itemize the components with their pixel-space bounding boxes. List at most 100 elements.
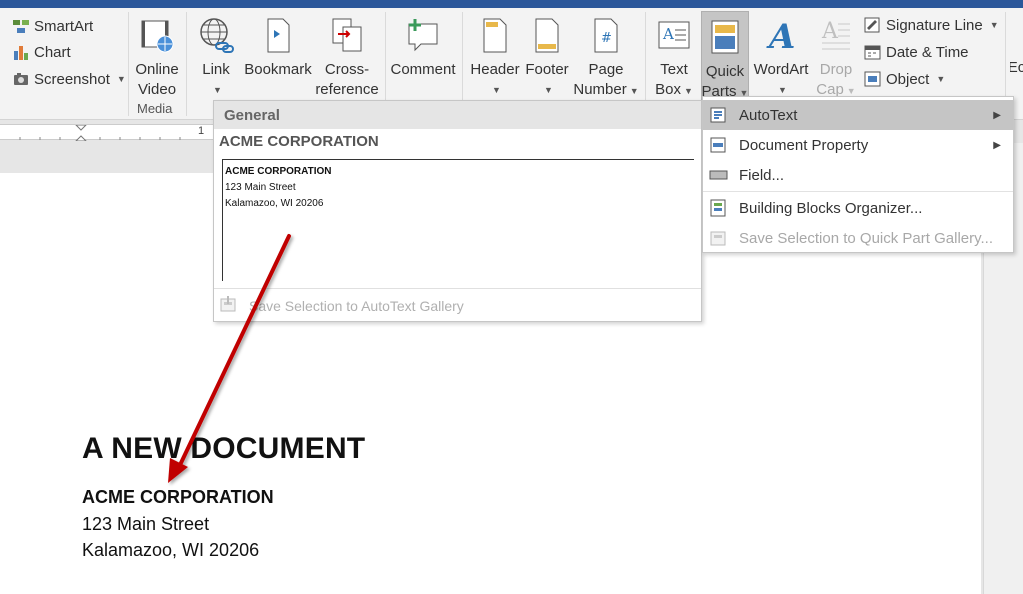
autotext-label: AutoText [739, 106, 798, 124]
cross-reference-icon [329, 16, 365, 54]
title-bar-strip [0, 0, 1023, 8]
autotext-entry-title[interactable]: ACME CORPORATION [219, 133, 379, 150]
preview-line-street: 123 Main Street [225, 182, 296, 193]
gallery-divider [214, 288, 701, 289]
page-number-icon: # [588, 16, 624, 54]
chevron-down-icon: ▼ [989, 20, 999, 30]
svg-text:#: # [601, 31, 612, 46]
screenshot-button[interactable]: Screenshot ▼ [12, 68, 126, 90]
online-video-label-1: Online [135, 61, 179, 78]
text-box-label-1: Text [660, 61, 688, 78]
bookmark-label: Bookmark [244, 61, 312, 78]
ruler-mark: 1 [198, 125, 205, 137]
link-globe-icon [198, 16, 234, 54]
submenu-arrow-icon: ▶ [993, 139, 1001, 151]
save-autotext-icon [219, 295, 239, 316]
object-label: Object [886, 70, 930, 88]
wordart-button[interactable]: A WordArt ▼ [751, 10, 811, 100]
smartart-label: SmartArt [34, 17, 94, 35]
building-blocks-label: Building Blocks Organizer... [739, 199, 923, 217]
bookmark-icon [260, 16, 296, 54]
header-icon [477, 16, 513, 54]
footer-icon [529, 16, 565, 54]
chart-button[interactable]: Chart [12, 41, 71, 63]
date-time-label: Date & Time [886, 43, 969, 61]
gallery-category-header: General [214, 101, 701, 129]
autotext-gallery: General ACME CORPORATION ACME CORPORATIO… [213, 100, 702, 322]
submenu-arrow-icon: ▶ [993, 109, 1001, 121]
drop-cap-button[interactable]: A Drop Cap ▼ [812, 10, 860, 100]
field-icon [709, 166, 729, 184]
media-group-label: Media [137, 101, 173, 116]
header-label: Header [470, 61, 520, 78]
text-box-button[interactable]: A Text Box ▼ [651, 10, 697, 100]
chart-icon [12, 43, 30, 61]
page-number-button[interactable]: # Page Number ▼ [573, 10, 639, 100]
signature-line-label: Signature Line [886, 16, 983, 34]
autotext-entry-preview[interactable]: ACME CORPORATION 123 Main Street Kalamaz… [222, 159, 694, 281]
object-button[interactable]: Object ▼ [864, 68, 945, 90]
date-time-button[interactable]: Date & Time [864, 41, 969, 63]
horizontal-ruler[interactable]: 1 [0, 124, 240, 141]
svg-text:A: A [766, 17, 795, 54]
quick-parts-button[interactable]: Quick Parts ▼ [701, 11, 749, 106]
link-button[interactable]: Link ▼ [194, 10, 238, 100]
menu-item-document-property[interactable]: Document Property ▶ [703, 130, 1013, 160]
chart-label: Chart [34, 43, 71, 61]
online-video-label-2: Video [137, 81, 177, 98]
document-property-label: Document Property [739, 136, 869, 154]
cross-reference-label-2: reference [315, 81, 379, 98]
bookmark-button[interactable]: Bookmark [243, 10, 313, 100]
comment-label: Comment [390, 61, 456, 78]
smartart-icon [12, 17, 30, 35]
header-button[interactable]: Header ▼ [468, 10, 522, 100]
footer-label: Footer [525, 61, 569, 78]
autotext-icon [709, 106, 729, 124]
save-quick-part-icon [709, 229, 729, 247]
screenshot-label: Screenshot [34, 70, 110, 88]
signature-line-icon [864, 16, 882, 34]
drop-cap-icon: A [818, 16, 854, 54]
document-property-icon [709, 136, 729, 154]
quick-parts-label-1: Quick [705, 63, 745, 80]
calendar-icon [864, 43, 882, 61]
chevron-down-icon: ▼ [544, 85, 553, 95]
menu-item-building-blocks-organizer[interactable]: Building Blocks Organizer... [703, 193, 1013, 223]
save-quick-part-label: Save Selection to Quick Part Gallery... [739, 229, 993, 247]
footer-button[interactable]: Footer ▼ [522, 10, 572, 100]
equation-button-cutoff[interactable]: Ec [1010, 58, 1023, 78]
wordart-label: WordArt [753, 61, 809, 78]
preview-line-company: ACME CORPORATION [225, 166, 332, 177]
menu-item-save-quick-part[interactable]: Save Selection to Quick Part Gallery... [703, 223, 1013, 253]
page-number-label-1: Page [588, 61, 624, 78]
chevron-down-icon: ▼ [116, 74, 126, 84]
quick-parts-icon [707, 18, 743, 56]
drop-cap-label-1: Drop [819, 61, 853, 78]
preview-line-city: Kalamazoo, WI 20206 [225, 198, 324, 209]
save-autotext-label: Save Selection to AutoText Gallery [249, 297, 464, 314]
ribbon-separator [186, 12, 187, 116]
chevron-down-icon: ▼ [492, 85, 501, 95]
cross-reference-button[interactable]: Cross- reference [314, 10, 380, 100]
equation-label-cutoff: Ec [1010, 59, 1023, 76]
chevron-down-icon: ▼ [936, 74, 946, 84]
signature-line-button[interactable]: Signature Line ▼ [864, 14, 999, 36]
menu-item-autotext[interactable]: AutoText ▶ [703, 100, 1013, 130]
chevron-down-icon: ▼ [213, 85, 222, 95]
document-street-line: 123 Main Street [82, 514, 210, 534]
comment-icon [405, 16, 441, 54]
smartart-button[interactable]: SmartArt [12, 15, 93, 37]
online-video-button[interactable]: Online Video [132, 10, 182, 100]
save-to-autotext-gallery-item[interactable]: Save Selection to AutoText Gallery [219, 295, 464, 316]
document-heading: A NEW DOCUMENT [82, 432, 366, 465]
text-box-label-2: Box ▼ [655, 81, 693, 98]
menu-item-field[interactable]: Field... [703, 160, 1013, 190]
comment-button[interactable]: Comment [390, 10, 456, 100]
document-company-line: ACME CORPORATION [82, 487, 274, 507]
menu-separator [703, 191, 1013, 192]
page-number-label-2: Number ▼ [573, 81, 639, 98]
document-city-line: Kalamazoo, WI 20206 [82, 540, 260, 560]
screenshot-icon [12, 70, 30, 88]
wordart-icon: A [763, 16, 799, 57]
svg-text:A: A [821, 19, 839, 44]
